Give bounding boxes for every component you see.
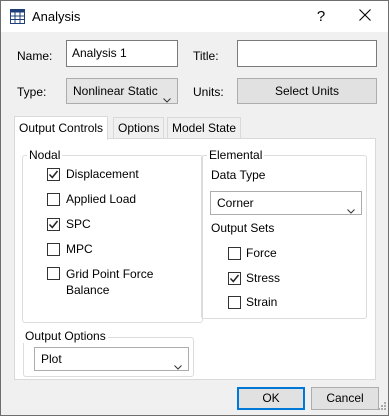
help-button[interactable]: ? (301, 1, 341, 32)
output-options-select[interactable]: Plot (34, 347, 189, 371)
spc-label: SPC (66, 217, 91, 231)
close-button[interactable] (342, 1, 388, 32)
close-icon (359, 9, 371, 24)
grid-point-force-label-line1: Grid Point Force (66, 267, 154, 281)
app-grid-icon (10, 9, 25, 24)
elemental-group-title: Elemental (207, 148, 265, 162)
window-title: Analysis (32, 9, 81, 24)
chevron-down-icon (174, 355, 182, 377)
displacement-label: Displacement (66, 167, 139, 181)
grid-point-force-label-line2: Balance (66, 283, 110, 297)
grid-point-force-balance-checkbox[interactable] (47, 267, 60, 280)
mpc-checkbox[interactable] (47, 243, 60, 256)
stress-label: Stress (246, 271, 281, 285)
title-label: Title: (193, 49, 219, 63)
tab-model-state[interactable]: Model State (167, 117, 242, 139)
type-select-value: Nonlinear Static (73, 84, 158, 98)
select-units-button[interactable]: Select Units (237, 78, 377, 104)
name-label: Name: (17, 49, 53, 63)
output-controls-panel: Nodal Displacement Applied Load SPC MPC … (14, 138, 376, 380)
stress-checkbox[interactable] (228, 272, 241, 285)
name-input[interactable]: Analysis 1 (66, 40, 178, 67)
strain-label: Strain (246, 295, 278, 309)
spc-checkbox[interactable] (47, 218, 60, 231)
chevron-down-icon (347, 199, 355, 221)
force-label: Force (246, 246, 277, 260)
applied-load-label: Applied Load (66, 192, 137, 206)
ok-button[interactable]: OK (237, 387, 305, 410)
mpc-label: MPC (66, 242, 93, 256)
tab-options[interactable]: Options (113, 117, 165, 139)
applied-load-checkbox[interactable] (47, 193, 60, 206)
type-label: Type: (17, 85, 47, 99)
type-select[interactable]: Nonlinear Static (66, 78, 178, 104)
title-input[interactable] (237, 40, 377, 67)
output-options-group-title: Output Options (23, 329, 108, 343)
data-type-value: Corner (217, 196, 254, 210)
displacement-checkbox[interactable] (47, 168, 60, 181)
resize-grip-icon[interactable] (376, 399, 386, 413)
chevron-down-icon (163, 87, 171, 111)
cancel-button[interactable]: Cancel (311, 387, 379, 410)
analysis-dialog: Analysis ? Name: Analysis 1 Title: Type:… (0, 0, 389, 416)
data-type-label: Data Type (211, 168, 266, 182)
output-options-value: Plot (41, 352, 62, 366)
output-sets-label: Output Sets (211, 221, 275, 235)
tab-output-controls[interactable]: Output Controls (14, 116, 109, 140)
data-type-select[interactable]: Corner (210, 191, 362, 215)
force-checkbox[interactable] (228, 247, 241, 260)
units-label: Units: (193, 85, 224, 99)
strain-checkbox[interactable] (228, 296, 241, 309)
title-bar: Analysis ? (1, 1, 388, 32)
nodal-group-title: Nodal (27, 148, 63, 162)
